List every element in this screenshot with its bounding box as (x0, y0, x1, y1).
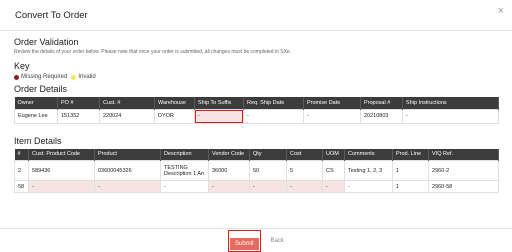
table-cell: DYOR (154, 108, 195, 124)
column-header: Req. Ship Date (243, 97, 304, 109)
table-cell: - (303, 108, 361, 124)
table-cell: - (344, 180, 393, 193)
table-cell: 220024 (99, 108, 155, 124)
table-cell: 50 (249, 160, 287, 181)
column-header: Vendor Code (208, 148, 250, 161)
missing-cell: - (249, 180, 287, 193)
table-cell: Eugene Lee (14, 108, 58, 124)
legend-missing: Missing Required (14, 74, 67, 80)
column-header: Proposal # (360, 97, 403, 109)
order-validation-description: Review the details of your order below. … (14, 49, 292, 55)
table-cell: 5 (286, 160, 323, 181)
table-cell: CS (322, 160, 345, 181)
order-details-heading: Order Details (14, 84, 68, 94)
modal-title: Convert To Order (15, 10, 88, 21)
column-header: Comments (344, 148, 393, 161)
column-header: UOM (322, 148, 345, 161)
table-cell: 2960-2 (428, 160, 499, 181)
column-header: Cost (286, 148, 323, 161)
item-details-table: # Cust. Product Code Product Description… (14, 148, 499, 193)
column-header: # (14, 148, 29, 161)
table-cell: Testing 1, 2, 3 (344, 160, 393, 181)
table-cell: - (402, 108, 499, 124)
column-header: VIQ Ref. (428, 148, 499, 161)
column-header: Warehouse (154, 97, 195, 109)
missing-required-dot-icon (14, 74, 19, 80)
column-header: PO # (57, 97, 100, 109)
table-cell: 20210803 (360, 108, 403, 124)
modal-body: Order Validation Review the details of y… (0, 31, 512, 193)
missing-cell: - (28, 180, 95, 193)
table-cell: - (243, 108, 304, 124)
table-cell: 2 (14, 160, 29, 181)
table-cell: 2960-58 (428, 180, 499, 193)
order-details-header-row: Owner PO # Cust. # Warehouse Ship To Suf… (14, 97, 499, 109)
order-validation-heading: Order Validation (14, 37, 79, 47)
convert-to-order-modal: Convert To Order × Order Validation Revi… (0, 0, 512, 252)
column-header: Description (160, 148, 209, 161)
column-header: Promise Date (303, 97, 361, 109)
key-legend: Missing Required Invalid (14, 74, 498, 80)
column-header: Prod. Line (392, 148, 429, 161)
missing-cell: - (322, 180, 345, 193)
table-row: 58 - - - - - - - - 1 2960-58 (14, 180, 499, 193)
column-header: Cust. Product Code (28, 148, 95, 161)
missing-cell: - (94, 180, 161, 193)
submit-highlight: Submit (227, 229, 261, 252)
table-cell: 58 (14, 180, 29, 193)
invalid-label: Invalid (78, 74, 96, 80)
missing-required-label: Missing Required (21, 74, 68, 80)
table-row: Eugene Lee 151352 220024 DYOR - - - 2021… (14, 108, 499, 124)
table-cell: 151352 (57, 108, 100, 124)
table-row: 2 589436 03600045326 TESTING Description… (14, 160, 499, 181)
order-details-table: Owner PO # Cust. # Warehouse Ship To Suf… (14, 97, 499, 124)
column-header: Product (94, 148, 161, 161)
modal-footer: Submit Back (0, 228, 512, 252)
submit-button[interactable]: Submit (229, 237, 259, 250)
item-details-header-row: # Cust. Product Code Product Description… (14, 148, 499, 161)
modal-header: Convert To Order × (0, 0, 512, 31)
close-icon[interactable]: × (498, 6, 504, 17)
ship-to-suffix-missing-cell[interactable]: - (194, 108, 244, 124)
table-cell: 1 (392, 180, 429, 193)
invalid-dot-icon (71, 74, 77, 80)
table-cell: - (160, 180, 209, 193)
table-cell: 589436 (28, 160, 95, 181)
column-header: Cust. # (99, 97, 155, 109)
table-cell: 1 (392, 160, 429, 181)
key-heading: Key (14, 61, 30, 71)
column-header: Owner (14, 97, 58, 109)
item-details-heading: Item Details (14, 135, 62, 146)
table-cell: 36000 (208, 160, 250, 181)
back-button[interactable]: Back (271, 238, 284, 244)
column-header: Qty (249, 148, 287, 161)
table-cell: TESTING Description 1 An (160, 160, 209, 181)
missing-cell: - (286, 180, 323, 193)
column-header: Ship Instructions (402, 97, 499, 109)
table-cell: 03600045326 (94, 160, 161, 181)
legend-invalid: Invalid (71, 74, 96, 80)
column-header: Ship To Suffix (194, 97, 244, 109)
missing-cell: - (208, 180, 250, 193)
